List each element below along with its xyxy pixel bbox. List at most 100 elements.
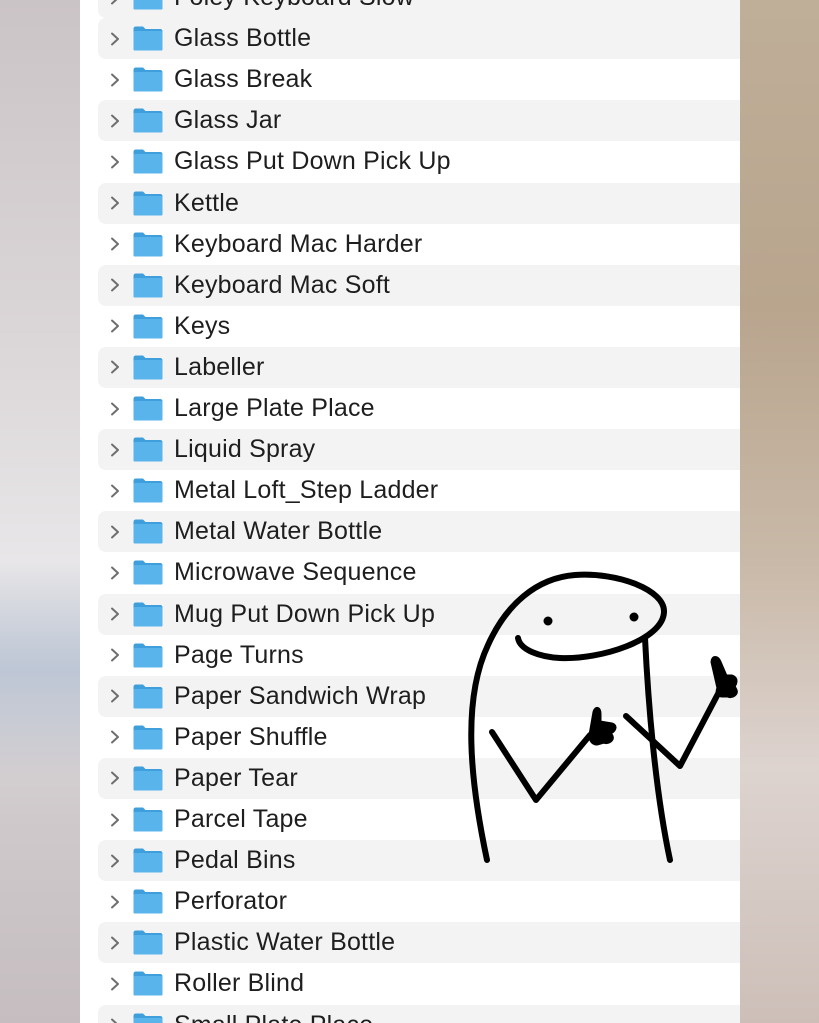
folder-row[interactable]: Glass Bottle (98, 18, 740, 60)
chevron-right-icon[interactable] (108, 977, 122, 991)
folder-icon (132, 190, 164, 217)
chevron-right-icon[interactable] (108, 730, 122, 744)
folder-icon (132, 272, 164, 299)
chevron-right-icon[interactable] (108, 936, 122, 950)
chevron-right-icon[interactable] (108, 525, 122, 539)
folder-row[interactable]: Metal Loft_Step Ladder (98, 470, 740, 511)
folder-name: Metal Loft_Step Ladder (174, 476, 439, 505)
folder-name: Glass Jar (174, 106, 282, 135)
folder-row[interactable]: Mug Put Down Pick Up (98, 593, 740, 635)
folder-name: Paper Tear (174, 763, 298, 792)
chevron-right-icon[interactable] (108, 813, 122, 827)
folder-name: Mug Put Down Pick Up (174, 599, 436, 628)
folder-name: Glass Put Down Pick Up (174, 147, 451, 176)
folder-icon (132, 847, 164, 874)
folder-icon (132, 1012, 164, 1023)
chevron-right-icon[interactable] (108, 854, 122, 868)
chevron-right-icon[interactable] (108, 360, 122, 374)
folder-icon (132, 601, 164, 628)
folder-icon (132, 518, 164, 545)
chevron-right-icon[interactable] (108, 771, 122, 785)
folder-icon (132, 66, 164, 93)
folder-row[interactable]: Parcel Tape (98, 799, 740, 840)
chevron-right-icon[interactable] (108, 73, 122, 87)
folder-row[interactable]: Pedal Bins (98, 840, 740, 882)
folder-icon (132, 395, 164, 422)
chevron-right-icon[interactable] (108, 484, 122, 498)
folder-row[interactable]: Page Turns (98, 635, 740, 676)
folder-row[interactable]: Paper Sandwich Wrap (98, 675, 740, 717)
folder-name: Keyboard Mac Harder (174, 229, 423, 258)
folder-name: Paper Shuffle (174, 722, 328, 751)
background-left (0, 0, 80, 1023)
folder-row[interactable]: Glass Put Down Pick Up (98, 141, 740, 182)
folder-row[interactable]: Liquid Spray (98, 429, 740, 471)
folder-name: Paper Sandwich Wrap (174, 681, 427, 710)
folder-row[interactable]: Paper Shuffle (98, 717, 740, 758)
finder-list-view[interactable]: Foley Keyboard Slow Glass Bottle Glass Bre… (80, 0, 740, 1023)
folder-icon (132, 107, 164, 134)
folder-icon (132, 477, 164, 504)
folder-name: Liquid Spray (174, 435, 316, 464)
folder-row[interactable]: Keys (98, 306, 740, 347)
chevron-right-icon[interactable] (108, 237, 122, 251)
folder-name: Pedal Bins (174, 846, 296, 875)
chevron-right-icon[interactable] (108, 0, 122, 5)
folder-name: Metal Water Bottle (174, 517, 383, 546)
chevron-right-icon[interactable] (108, 196, 122, 210)
folder-icon (132, 436, 164, 463)
folder-row[interactable]: Small Plate Place (98, 1004, 740, 1023)
folder-name: Page Turns (174, 640, 304, 669)
folder-row[interactable]: Microwave Sequence (98, 552, 740, 593)
background-right (740, 0, 819, 1023)
folder-row[interactable]: Keyboard Mac Harder (98, 224, 740, 265)
chevron-right-icon[interactable] (108, 155, 122, 169)
chevron-right-icon[interactable] (108, 895, 122, 909)
chevron-right-icon[interactable] (108, 566, 122, 580)
folder-icon (132, 313, 164, 340)
chevron-right-icon[interactable] (108, 648, 122, 662)
chevron-right-icon[interactable] (108, 32, 122, 46)
folder-row[interactable]: Perforator (98, 881, 740, 922)
folder-row[interactable]: Large Plate Place (98, 388, 740, 429)
folder-row[interactable]: Keyboard Mac Soft (98, 264, 740, 306)
folder-icon (132, 354, 164, 381)
folder-icon (132, 970, 164, 997)
folder-icon (132, 806, 164, 833)
chevron-right-icon[interactable] (108, 278, 122, 292)
folder-row[interactable]: Plastic Water Bottle (98, 922, 740, 964)
chevron-right-icon[interactable] (108, 402, 122, 416)
folder-icon (132, 642, 164, 669)
folder-icon (132, 559, 164, 586)
folder-name: Glass Bottle (174, 24, 312, 53)
folder-icon (132, 724, 164, 751)
folder-name: Glass Break (174, 65, 313, 94)
chevron-right-icon[interactable] (108, 114, 122, 128)
folder-row[interactable]: Roller Blind (98, 963, 740, 1004)
folder-name: Small Plate Place (174, 1011, 373, 1023)
folder-row[interactable]: Glass Jar (98, 100, 740, 142)
folder-name: Keyboard Mac Soft (174, 270, 391, 299)
folder-icon (132, 929, 164, 956)
folder-name: Perforator (174, 887, 288, 916)
folder-icon (132, 25, 164, 52)
folder-name: Plastic Water Bottle (174, 928, 396, 957)
chevron-right-icon[interactable] (108, 689, 122, 703)
folder-name: Kettle (174, 188, 240, 217)
folder-name: Keys (174, 311, 231, 340)
folder-name: Labeller (174, 352, 265, 381)
folder-row[interactable]: Paper Tear (98, 757, 740, 799)
folder-row[interactable]: Glass Break (98, 59, 740, 100)
chevron-right-icon[interactable] (108, 607, 122, 621)
chevron-right-icon[interactable] (108, 443, 122, 457)
chevron-right-icon[interactable] (108, 1018, 122, 1023)
folder-row[interactable]: Foley Keyboard Slow (98, 0, 740, 18)
folder-icon (132, 765, 164, 792)
folder-row[interactable]: Labeller (98, 346, 740, 388)
folder-icon (132, 231, 164, 258)
folder-name: Microwave Sequence (174, 558, 417, 587)
folder-row[interactable]: Metal Water Bottle (98, 511, 740, 553)
folder-row[interactable]: Kettle (98, 182, 740, 224)
folder-icon (132, 888, 164, 915)
chevron-right-icon[interactable] (108, 319, 122, 333)
